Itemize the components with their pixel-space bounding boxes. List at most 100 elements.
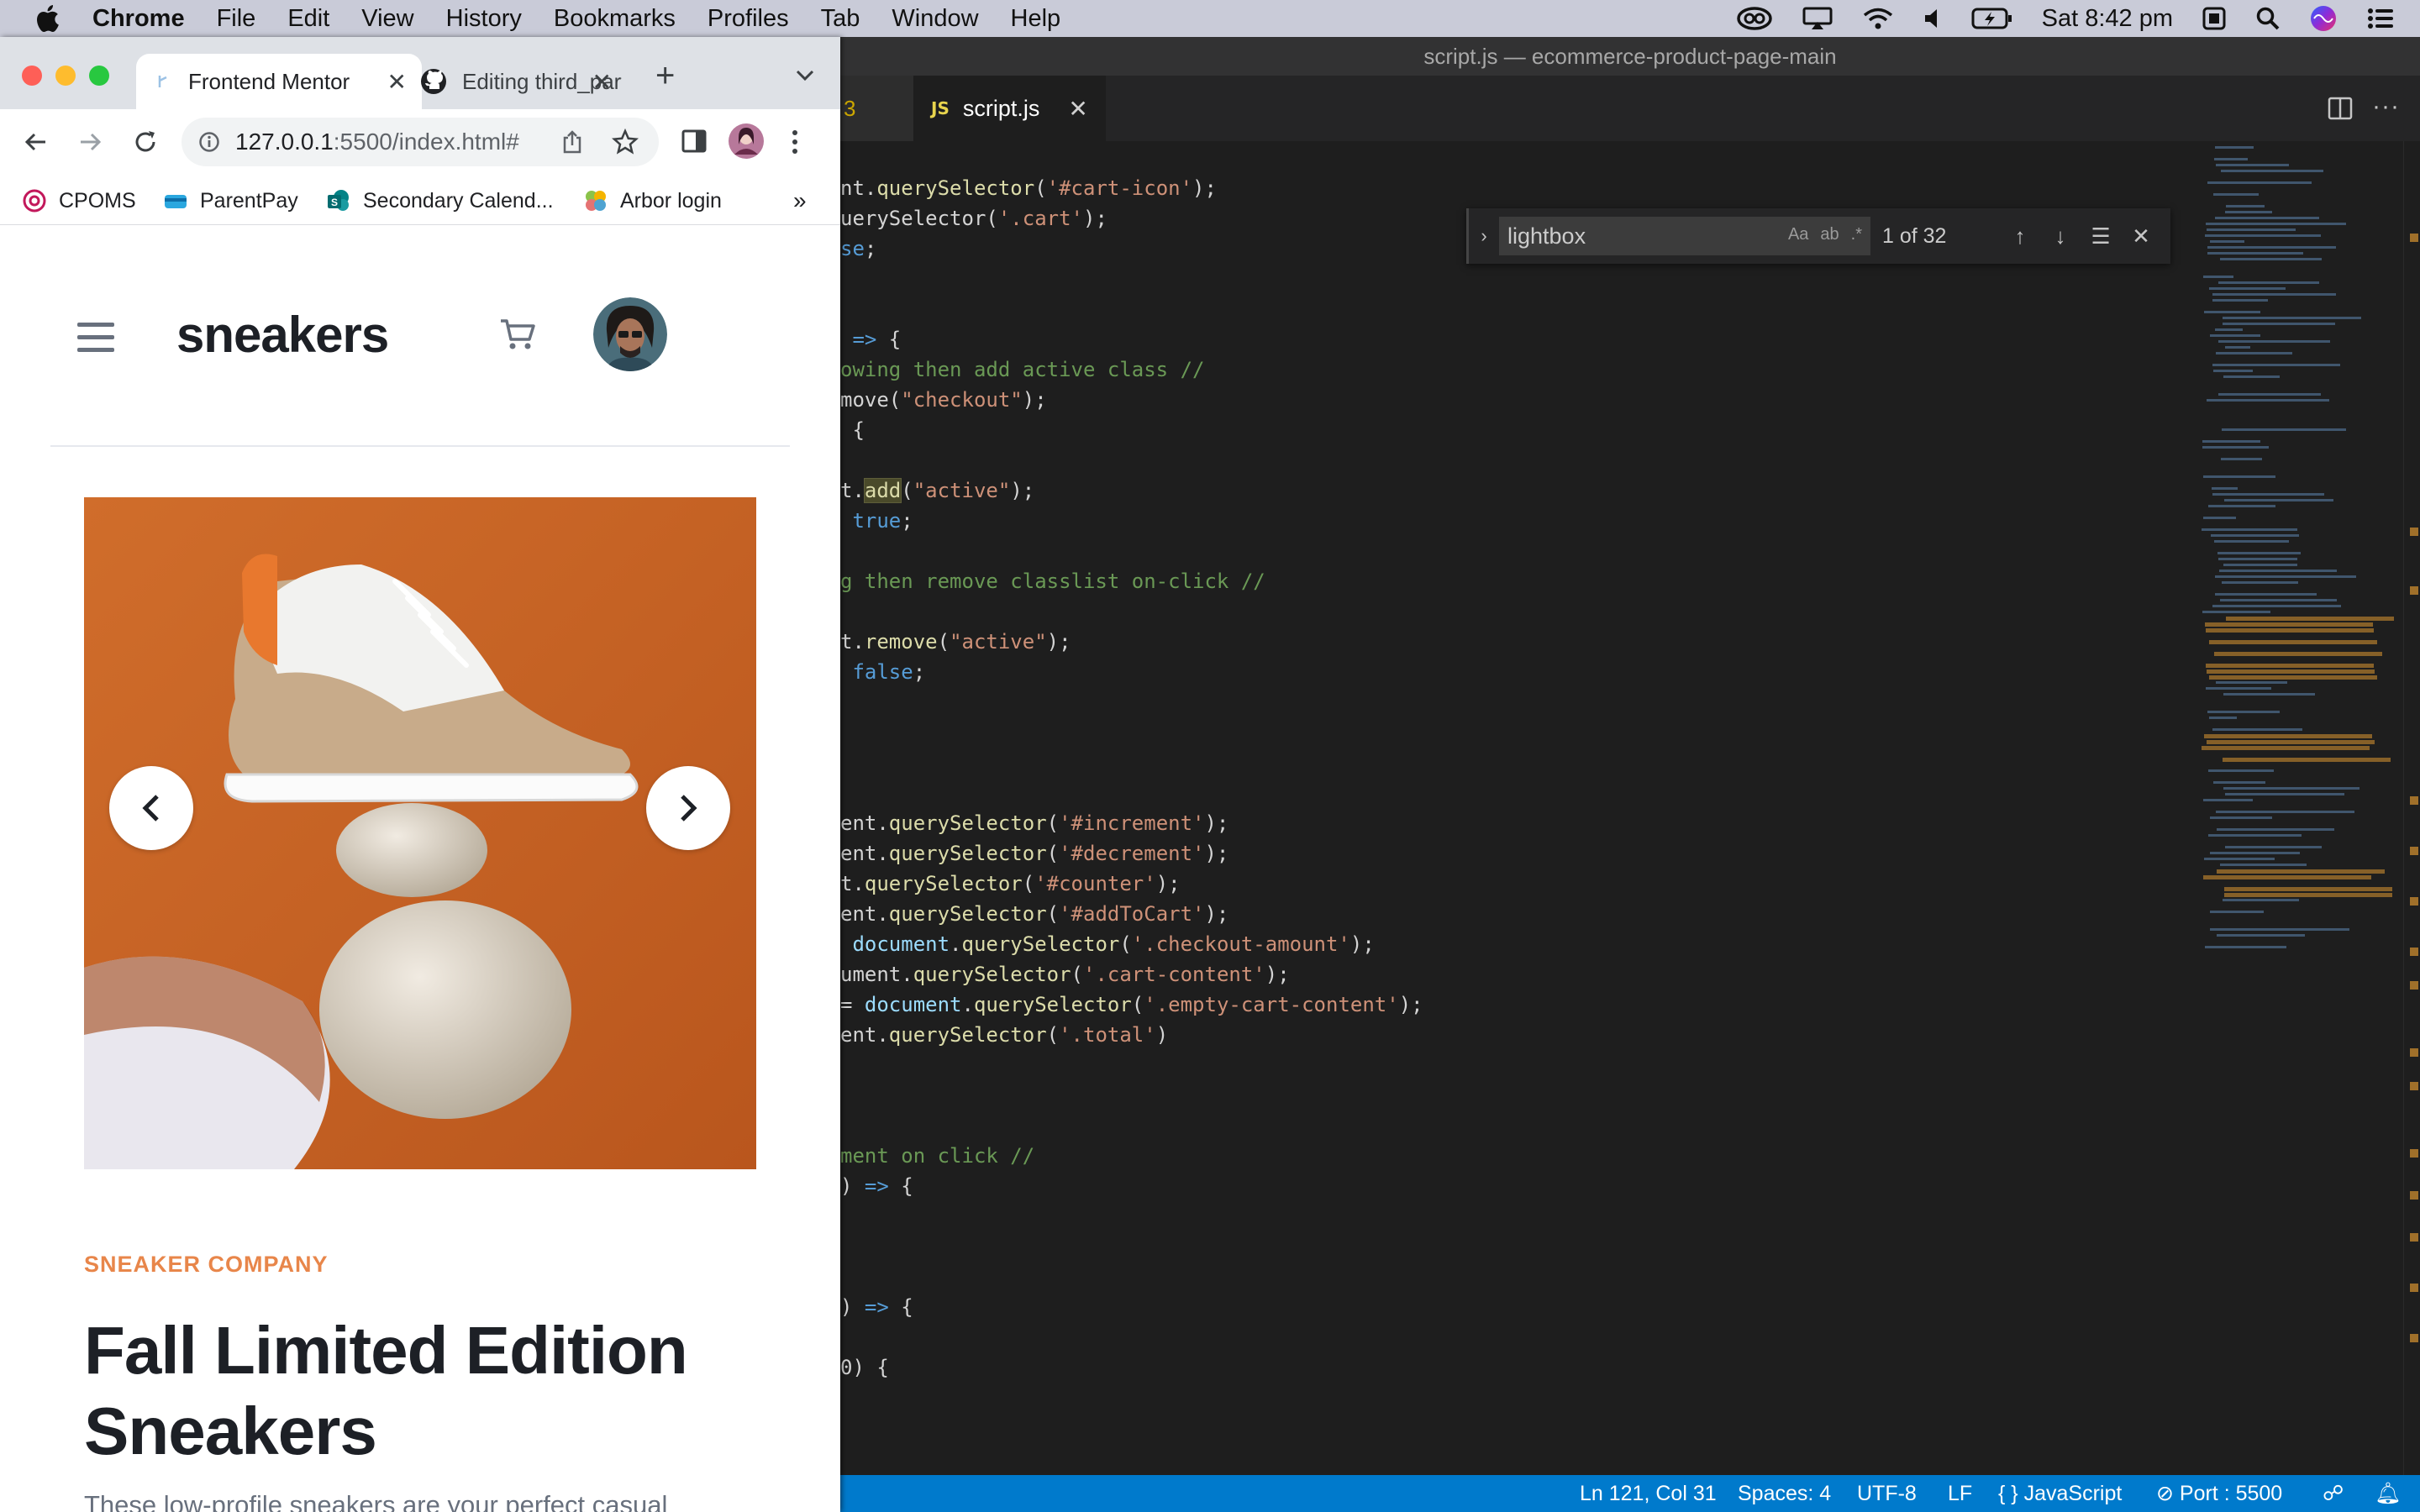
vscode-tab-previous[interactable]: 3 [840,76,914,141]
code-line[interactable]: t.querySelector('#counter'); [840,869,1181,899]
menu-profiles[interactable]: Profiles [708,5,789,33]
code-line[interactable]: owing then add active class // [840,354,1204,385]
bookmark-arbor-login[interactable]: Arbor login [583,176,722,225]
code-line[interactable]: false; [840,657,925,687]
whole-word-option[interactable]: ab [1820,225,1839,244]
address-bar[interactable]: 127.0.0.1:5500/index.html# [182,118,659,166]
notifications-bell-icon[interactable]: 🔔︎ [2375,1475,2402,1512]
new-tab-plus-icon[interactable]: + [655,57,675,95]
previous-image-button[interactable] [109,766,193,850]
control-center-icon[interactable] [2366,6,2395,31]
user-avatar[interactable] [593,297,667,371]
menu-view[interactable]: View [361,5,413,33]
eol-status[interactable]: LF [1948,1475,1972,1512]
code-line[interactable]: document.querySelector('.checkout-amount… [840,929,1374,959]
code-line[interactable]: move("checkout"); [840,385,1047,415]
apple-icon[interactable] [32,2,66,35]
code-line[interactable]: uerySelector('.cart'); [840,203,1107,234]
reload-icon[interactable] [131,128,160,156]
share-icon[interactable] [561,129,583,155]
wifi-icon[interactable] [1862,6,1894,31]
creative-cloud-icon[interactable] [1736,6,1773,31]
indentation-status[interactable]: Spaces: 4 [1738,1475,1831,1512]
side-panel-icon[interactable] [681,128,708,155]
bookmark-secondary-calendar[interactable]: S Secondary Calend... [326,176,554,225]
code-line[interactable]: t.add("active"); [840,475,1034,506]
find-in-selection-icon[interactable]: ☰ [2081,223,2121,249]
encoding-status[interactable]: UTF-8 [1857,1475,1917,1512]
menubar-clock[interactable]: Sat 8:42 pm [2042,5,2173,33]
code-line[interactable]: ent.querySelector('.total') [840,1020,1168,1050]
menu-bookmarks[interactable]: Bookmarks [554,5,676,33]
close-tab-icon[interactable]: ✕ [592,68,612,96]
site-info-icon[interactable] [198,131,220,153]
siri-icon[interactable] [2309,4,2338,33]
site-logo[interactable]: sneakers [176,306,389,364]
close-window-button[interactable] [22,66,42,86]
menu-window[interactable]: Window [892,5,978,33]
code-line[interactable]: ) => { [840,1171,913,1201]
regex-option[interactable]: .* [1851,225,1862,244]
menu-help[interactable]: Help [1011,5,1061,33]
input-source-icon[interactable] [2202,6,2227,31]
spotlight-search-icon[interactable] [2255,6,2281,31]
bookmark-cpoms[interactable]: CPOMS [22,176,136,225]
code-line[interactable]: true; [840,506,913,536]
minimap-line [2203,276,2233,278]
toggle-replace-chevron-icon[interactable]: › [1469,225,1499,247]
airplay-icon[interactable] [1802,6,1833,31]
live-server-port[interactable]: ⊘ Port : 5500 [2156,1475,2282,1512]
zoom-window-button[interactable] [89,66,109,86]
menu-edit[interactable]: Edit [287,5,329,33]
back-arrow-icon[interactable] [22,128,50,156]
vscode-tab-script-js[interactable]: JS script.js ✕ [914,76,1106,141]
find-input[interactable]: lightbox Aa ab .* [1499,217,1870,255]
bookmark-star-icon[interactable] [612,129,639,155]
code-line[interactable]: nt.querySelector('#cart-icon'); [840,173,1217,203]
bookmarks-overflow-chevron-icon[interactable]: » [793,176,807,225]
close-find-icon[interactable]: ✕ [2121,223,2161,249]
chrome-menu-kebab-icon[interactable] [790,128,800,156]
more-actions-icon[interactable]: ··· [2372,92,2400,121]
tab-search-chevron-down-icon[interactable] [793,66,817,86]
previous-match-arrow-up-icon[interactable]: ↑ [2000,223,2040,249]
bookmark-parentpay[interactable]: ParentPay [163,176,298,225]
cursor-position[interactable]: Ln 121, Col 31 [1580,1475,1717,1512]
hamburger-menu-icon[interactable] [77,323,114,353]
forward-arrow-icon[interactable] [76,128,104,156]
minimap[interactable] [2198,141,2400,1478]
battery-icon[interactable] [1971,7,2013,30]
code-line[interactable]: ent.querySelector('#decrement'); [840,838,1228,869]
editor-scrollbar[interactable] [2403,141,2420,1478]
code-line[interactable]: ) => { [840,1292,913,1322]
code-line[interactable]: { [840,415,864,445]
chrome-tab-github-editing[interactable]: Editing third_party ✕ [398,54,627,109]
cart-icon[interactable] [499,318,536,351]
next-match-arrow-down-icon[interactable]: ↓ [2040,223,2081,249]
menu-tab[interactable]: Tab [821,5,860,33]
code-line[interactable]: g then remove classlist on-click // [840,566,1265,596]
profile-avatar-icon[interactable] [728,123,765,160]
menu-app-name[interactable]: Chrome [92,5,185,33]
next-image-button[interactable] [646,766,730,850]
minimize-window-button[interactable] [55,66,76,86]
code-line[interactable]: => { [840,324,901,354]
split-editor-icon[interactable] [2328,96,2353,121]
code-line[interactable]: ent.querySelector('#addToCart'); [840,899,1228,929]
code-line[interactable]: se; [840,234,876,264]
code-line[interactable]: t.remove("active"); [840,627,1071,657]
code-line[interactable]: = document.querySelector('.empty-cart-co… [840,990,1423,1020]
menu-history[interactable]: History [446,5,522,33]
language-mode[interactable]: { } JavaScript [1998,1475,2122,1512]
code-line[interactable]: ment on click // [840,1141,1034,1171]
code-editor[interactable]: nt.querySelector('#cart-icon'); uerySelec… [840,141,2420,1478]
feedback-icon[interactable]: ☍ [2323,1475,2344,1512]
code-line[interactable]: ent.querySelector('#increment'); [840,808,1228,838]
code-line[interactable]: ument.querySelector('.cart-content'); [840,959,1290,990]
menu-file[interactable]: File [217,5,256,33]
chrome-tab-frontend-mentor[interactable]: Frontend Mentor ✕ [136,54,422,109]
match-case-option[interactable]: Aa [1788,225,1808,244]
code-line[interactable]: 0) { [840,1352,889,1383]
volume-icon[interactable] [1923,6,1943,31]
close-icon[interactable]: ✕ [1068,95,1087,123]
